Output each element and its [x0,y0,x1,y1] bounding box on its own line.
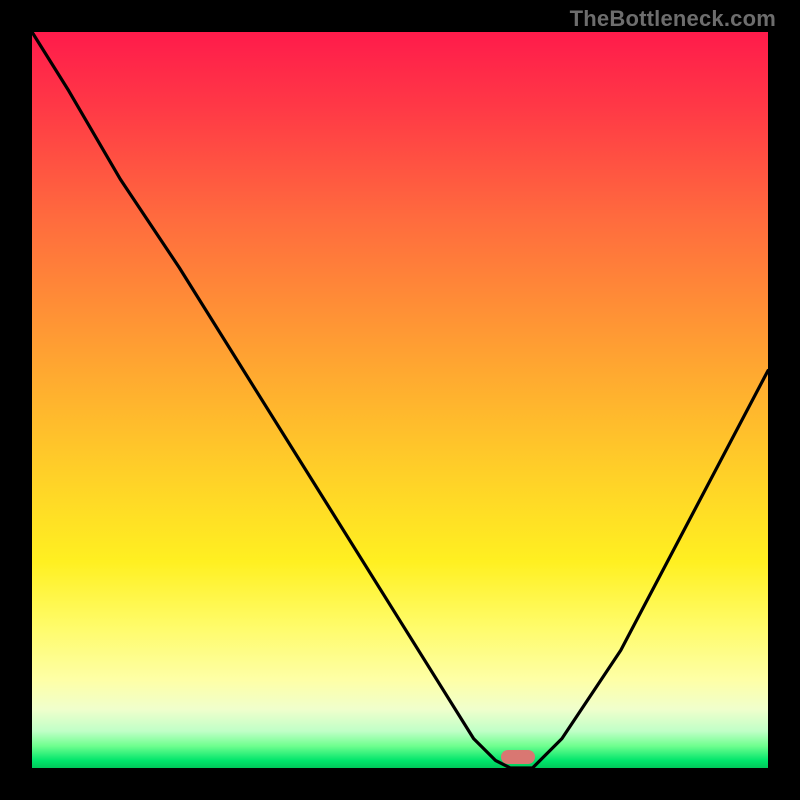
watermark-text: TheBottleneck.com [570,6,776,32]
plot-area [32,32,768,768]
bottleneck-curve [32,32,768,768]
chart-frame: TheBottleneck.com [0,0,800,800]
optimum-marker [501,750,535,764]
